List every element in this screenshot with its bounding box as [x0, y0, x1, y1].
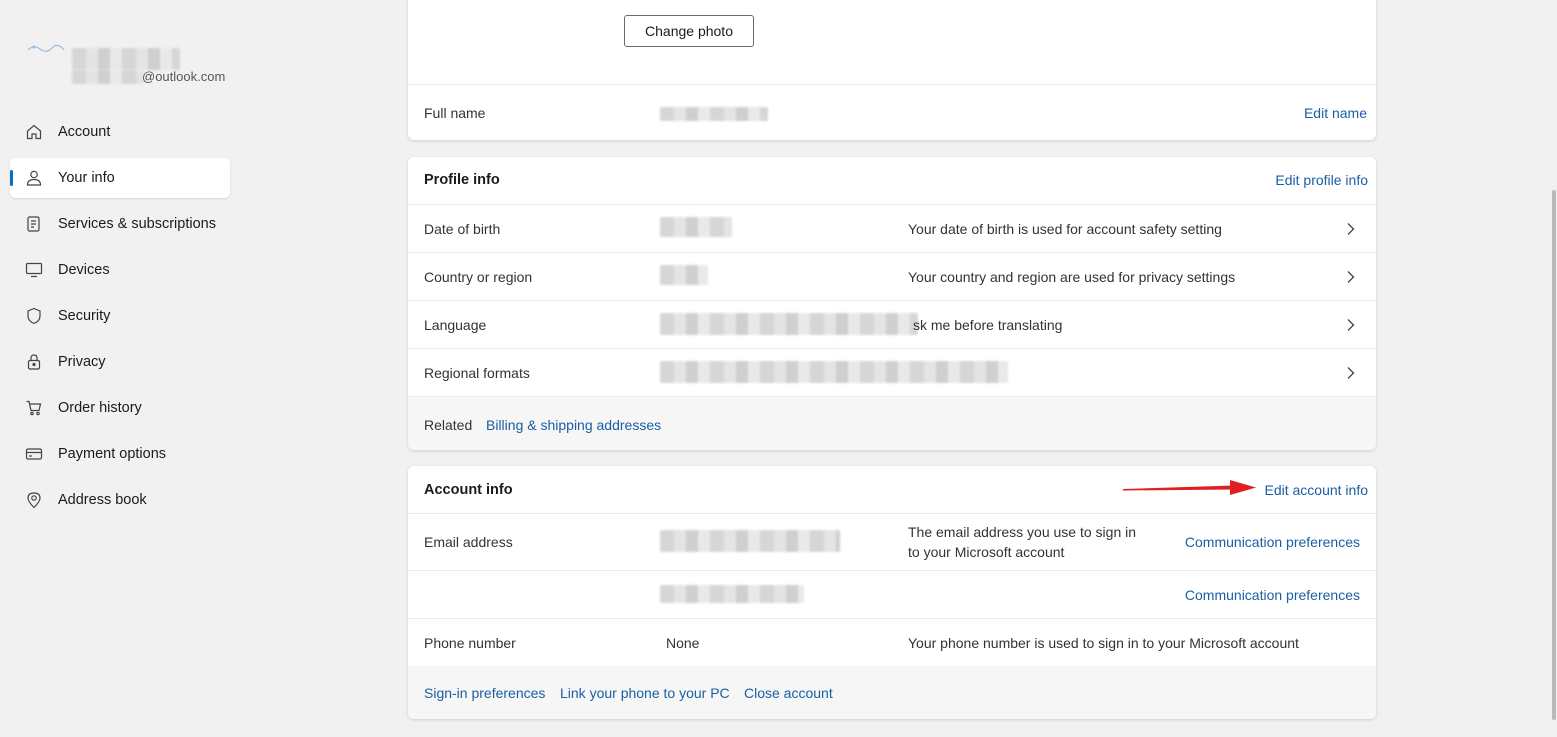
- profile-row-country[interactable]: Country or region Your country and regio…: [408, 252, 1376, 300]
- account-info-card: Account info Edit account info Email add…: [408, 466, 1376, 719]
- edit-profile-info-link[interactable]: Edit profile info: [1275, 172, 1368, 188]
- row-description: sk me before translating: [913, 317, 1063, 333]
- chevron-right-icon: [1344, 222, 1356, 236]
- sidebar-item-label: Payment options: [58, 446, 167, 462]
- secondary-email-row: Communication preferences: [408, 570, 1376, 618]
- profile-row-language[interactable]: Language sk me before translating: [408, 300, 1376, 348]
- email-description-line1: The email address you use to sign in: [908, 524, 1137, 540]
- full-name-label: Full name: [424, 105, 486, 121]
- full-name-redacted: [660, 107, 768, 121]
- sidebar-item-order-history[interactable]: Order history: [10, 388, 230, 428]
- avatar[interactable]: [26, 38, 66, 60]
- chevron-right-icon: [1344, 318, 1356, 332]
- link-phone-to-pc-link[interactable]: Link your phone to your PC: [560, 685, 730, 701]
- language-redacted: [660, 313, 918, 335]
- row-description: Your country and region are used for pri…: [908, 269, 1236, 285]
- account-info-title: Account info: [424, 482, 513, 498]
- chevron-right-icon: [1344, 270, 1356, 284]
- lock-icon: [25, 353, 43, 371]
- annotation-arrow: [1123, 480, 1256, 495]
- sidebar-item-label: Address book: [58, 492, 147, 508]
- sidebar-item-label: Devices: [58, 262, 110, 278]
- monitor-icon: [25, 261, 43, 279]
- close-account-link[interactable]: Close account: [744, 685, 833, 701]
- email-address-label: Email address: [424, 534, 513, 550]
- chevron-right-icon: [1344, 366, 1356, 380]
- date-of-birth-redacted: [660, 217, 732, 237]
- user-email-suffix: @outlook.com: [142, 69, 226, 84]
- communication-preferences-link[interactable]: Communication preferences: [1185, 534, 1360, 550]
- sidebar-nav: Account Your info Services & subscriptio…: [10, 112, 230, 526]
- sign-in-preferences-link[interactable]: Sign-in preferences: [424, 685, 545, 701]
- sidebar-item-devices[interactable]: Devices: [10, 250, 230, 290]
- sidebar-item-address-book[interactable]: Address book: [10, 480, 230, 520]
- row-label: Date of birth: [424, 221, 501, 237]
- receipt-icon: [25, 215, 43, 233]
- sidebar-item-label: Privacy: [58, 354, 106, 370]
- scrollbar-thumb[interactable]: [1552, 190, 1556, 720]
- sidebar-item-label: Account: [58, 124, 111, 140]
- phone-number-row: Phone number None Your phone number is u…: [408, 618, 1376, 666]
- sidebar: @outlook.com Account Your info Services …: [0, 0, 400, 737]
- full-name-row: Full name Edit name: [408, 84, 1376, 140]
- sidebar-item-payment-options[interactable]: Payment options: [10, 434, 230, 474]
- phone-number-description: Your phone number is used to sign in to …: [908, 635, 1299, 651]
- sidebar-item-services[interactable]: Services & subscriptions: [10, 204, 230, 244]
- profile-row-regional-formats[interactable]: Regional formats: [408, 348, 1376, 396]
- sidebar-item-privacy[interactable]: Privacy: [10, 342, 230, 382]
- card-icon: [25, 445, 43, 463]
- sidebar-item-security[interactable]: Security: [10, 296, 230, 336]
- change-photo-button[interactable]: Change photo: [624, 15, 754, 47]
- row-label: Regional formats: [424, 365, 530, 381]
- country-redacted: [660, 265, 708, 285]
- person-icon: [25, 169, 43, 187]
- email-address-row: Email address The email address you use …: [408, 513, 1376, 570]
- phone-number-value: None: [666, 635, 700, 651]
- account-links-bar: Sign-in preferences Link your phone to y…: [408, 666, 1376, 719]
- photo-card: Change photo Full name Edit name: [408, 0, 1376, 140]
- profile-info-title: Profile info: [424, 172, 500, 188]
- home-icon: [25, 123, 43, 141]
- edit-account-info-link[interactable]: Edit account info: [1264, 482, 1368, 498]
- related-bar: Related Billing & shipping addresses: [408, 396, 1376, 450]
- row-label: Country or region: [424, 269, 533, 285]
- secondary-email-redacted: [660, 585, 804, 603]
- user-email-redacted: [72, 70, 144, 84]
- sidebar-item-label: Order history: [58, 400, 142, 416]
- sidebar-item-label: Your info: [58, 170, 115, 186]
- sidebar-item-label: Security: [58, 308, 111, 324]
- regional-formats-redacted: [660, 361, 1008, 383]
- shield-icon: [25, 307, 43, 325]
- sidebar-item-account[interactable]: Account: [10, 112, 230, 152]
- related-label: Related: [424, 417, 473, 433]
- edit-name-link[interactable]: Edit name: [1304, 105, 1367, 121]
- location-icon: [25, 491, 43, 509]
- phone-number-label: Phone number: [424, 635, 516, 651]
- cart-icon: [25, 399, 43, 417]
- profile-info-card: Profile info Edit profile info Date of b…: [408, 157, 1376, 450]
- sidebar-item-label: Services & subscriptions: [58, 216, 216, 232]
- row-label: Language: [424, 317, 487, 333]
- user-name-redacted: [72, 48, 180, 70]
- billing-shipping-addresses-link[interactable]: Billing & shipping addresses: [486, 417, 661, 433]
- email-description-line2: to your Microsoft account: [908, 544, 1065, 560]
- communication-preferences-link[interactable]: Communication preferences: [1185, 587, 1360, 603]
- profile-row-date-of-birth[interactable]: Date of birth Your date of birth is used…: [408, 204, 1376, 252]
- email-address-redacted: [660, 530, 840, 552]
- page-scrollbar[interactable]: [1549, 0, 1557, 737]
- sidebar-item-your-info[interactable]: Your info: [10, 158, 230, 198]
- row-description: Your date of birth is used for account s…: [908, 221, 1222, 237]
